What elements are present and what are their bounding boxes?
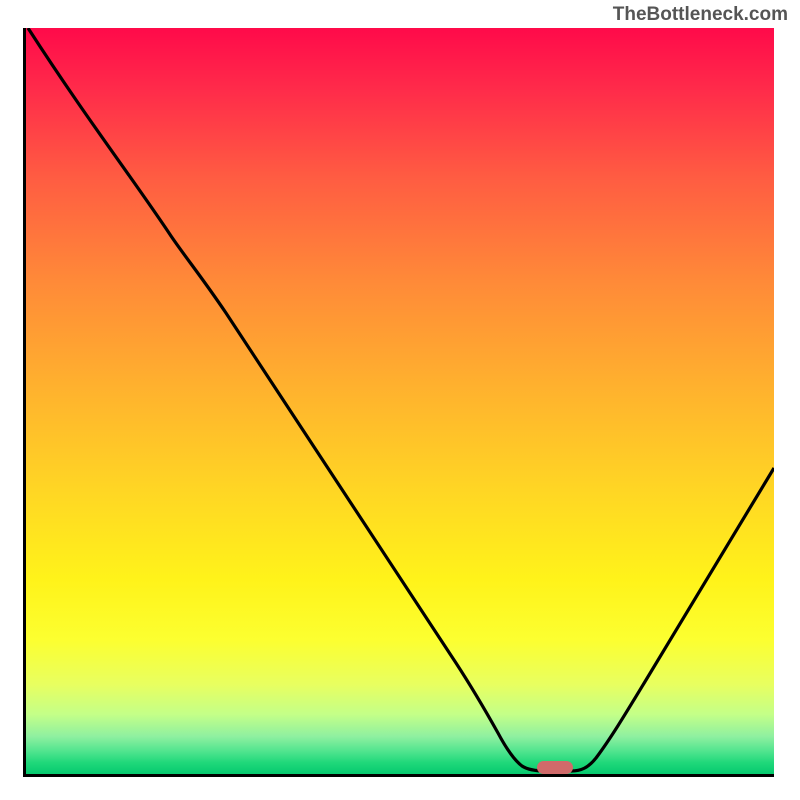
chart-svg — [26, 28, 774, 774]
optimum-marker — [537, 761, 573, 774]
bottleneck-curve-line — [28, 28, 774, 771]
chart-plot-area — [26, 28, 774, 774]
watermark-text: TheBottleneck.com — [613, 4, 788, 26]
x-axis — [23, 774, 774, 777]
